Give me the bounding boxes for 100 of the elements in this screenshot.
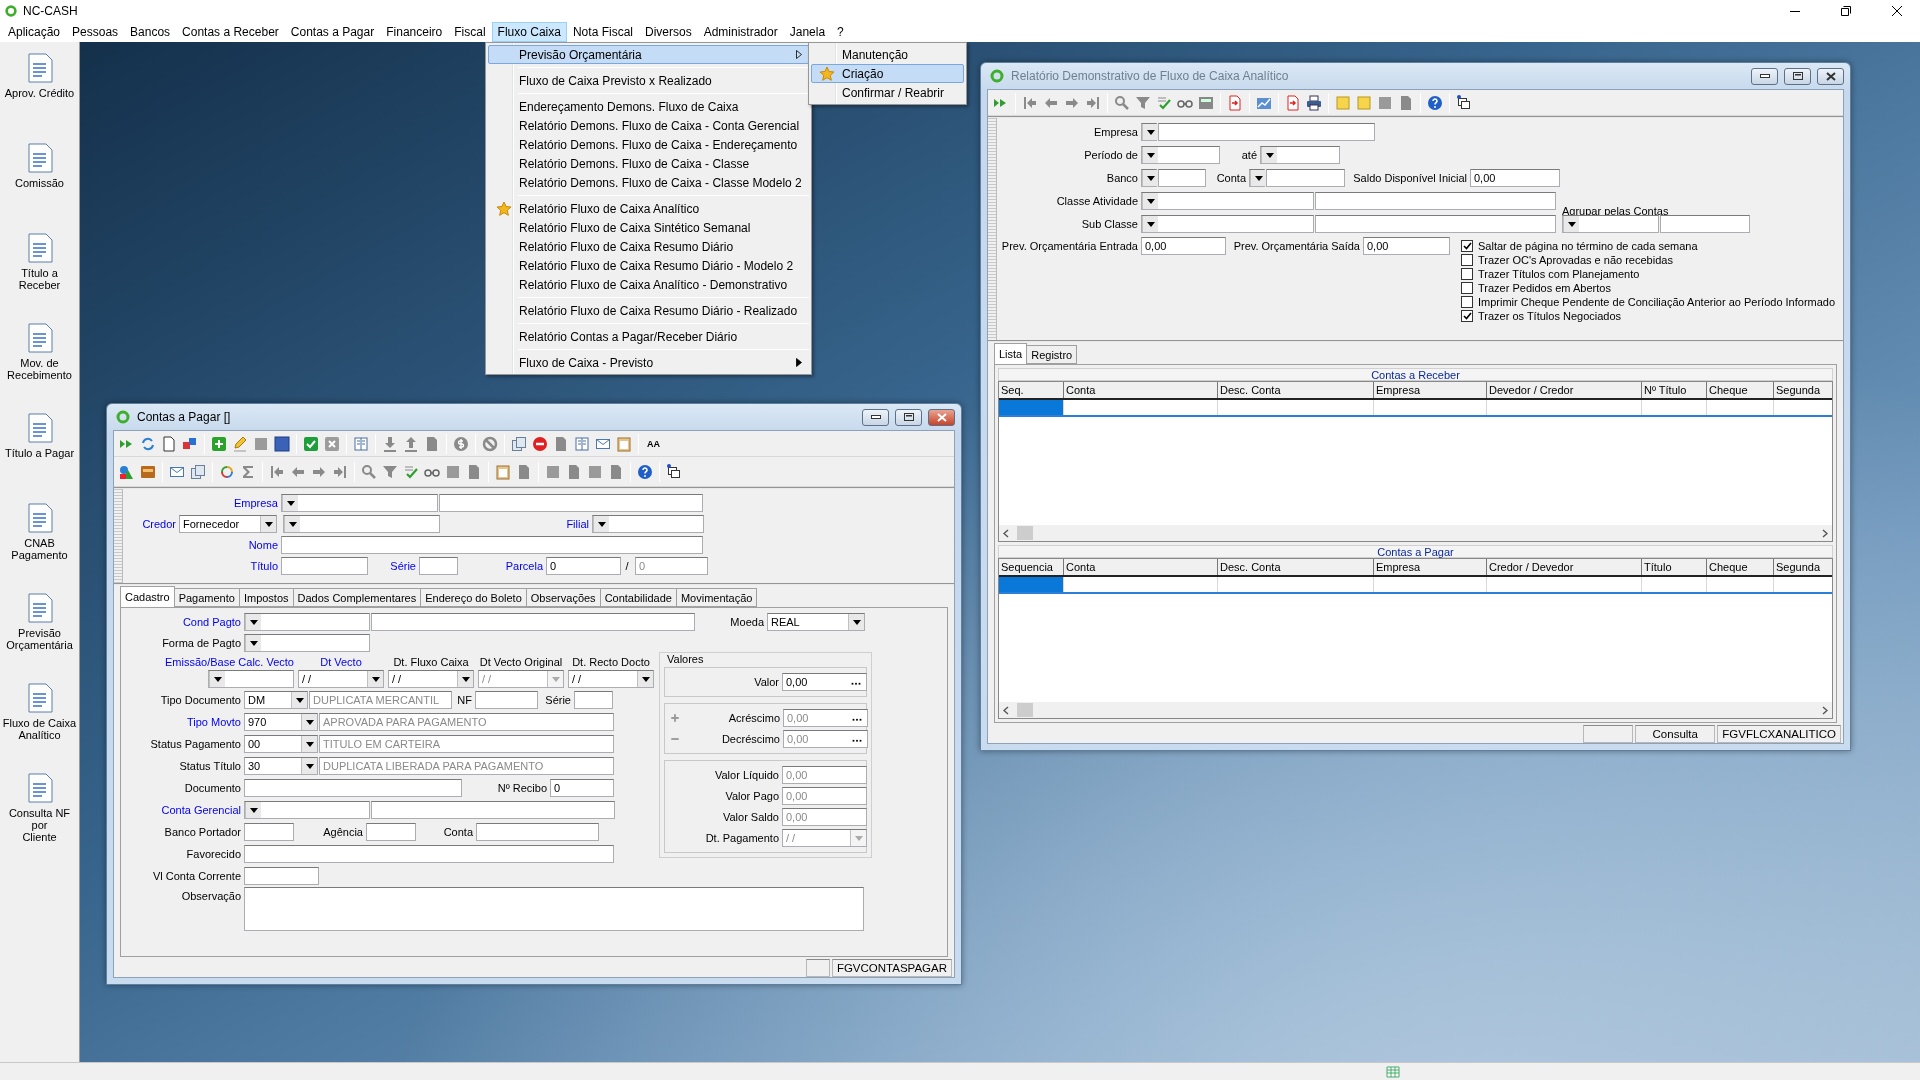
text-field[interactable] [244, 867, 319, 885]
text-field[interactable] [475, 691, 538, 709]
tab[interactable]: Impostos [238, 588, 294, 607]
font-button[interactable]: AA [644, 433, 663, 454]
dropdown-field[interactable] [1141, 192, 1314, 210]
shortcut-button[interactable]: CNAB Pagamento [0, 498, 79, 588]
tab[interactable]: Cadastro [120, 586, 175, 607]
export-icon[interactable] [1227, 94, 1243, 111]
minimize-button[interactable] [1751, 67, 1778, 85]
text-field[interactable]: 0,00 [783, 709, 868, 727]
last-icon[interactable] [1085, 94, 1101, 111]
dropdown-field[interactable]: REAL [767, 613, 865, 631]
document-icon[interactable] [1398, 94, 1414, 111]
menu-bar-item[interactable]: Aplicação [2, 22, 67, 42]
square-icon[interactable] [1377, 94, 1393, 111]
checkbox[interactable] [1461, 282, 1473, 294]
document-icon[interactable] [566, 463, 582, 480]
column-header[interactable]: Desc. Conta [1218, 382, 1374, 398]
text-field[interactable]: 0,00 [782, 787, 867, 805]
text-field[interactable]: 0,00 [1470, 169, 1560, 187]
shortcut-button[interactable]: Título a Pagar [0, 408, 79, 498]
refresh-icon[interactable] [140, 435, 156, 452]
tab[interactable]: Pagamento [173, 588, 240, 607]
clipboard-icon[interactable] [616, 435, 632, 452]
checkbox[interactable] [1461, 240, 1473, 252]
cabinet-icon[interactable] [140, 463, 156, 480]
dropdown-field[interactable]: / / [388, 670, 474, 688]
resize-grip[interactable] [114, 489, 123, 583]
dropdown-field[interactable] [1141, 123, 1157, 141]
sum-icon[interactable] [240, 463, 256, 480]
checkbox[interactable] [1461, 254, 1473, 266]
menu-item[interactable]: Relatório Demons. Fluxo de Caixa - Classe Modelo 2 [488, 173, 809, 192]
square-icon[interactable] [587, 463, 603, 480]
square-icon[interactable] [253, 435, 269, 452]
document-icon[interactable] [553, 435, 569, 452]
resize-grip[interactable] [988, 118, 997, 340]
dropdown-field[interactable] [283, 515, 440, 533]
dropdown-field[interactable] [1141, 169, 1157, 187]
menu-item[interactable]: Relatório Demons. Fluxo de Caixa - Endereçamento [488, 135, 809, 154]
menu-bar-item[interactable]: Pessoas [66, 22, 125, 42]
column-header[interactable]: Segunda [1774, 559, 1832, 575]
text-field[interactable] [371, 613, 695, 631]
menu-item[interactable]: Manutenção [811, 45, 964, 64]
menu-item[interactable]: Fluxo de Caixa - Previsto [488, 353, 809, 372]
dropdown-field[interactable] [1260, 146, 1340, 164]
text-field[interactable] [1266, 169, 1345, 187]
menu-bar-item[interactable]: Janela [783, 22, 832, 42]
cycle-icon[interactable] [219, 463, 235, 480]
dropdown-field[interactable]: 30 [244, 757, 318, 775]
column-header[interactable]: Empresa [1374, 559, 1487, 575]
search-icon[interactable] [361, 463, 377, 480]
maximize-button[interactable] [1784, 67, 1811, 85]
text-field[interactable]: DUPLICATA LIBERADA PARA PAGAMENTO [319, 757, 614, 775]
dropdown-field[interactable]: 00 [244, 735, 318, 753]
menu-bar-item[interactable]: Bancos [124, 22, 177, 42]
column-header[interactable]: Cheque [1707, 382, 1774, 398]
text-field[interactable] [574, 691, 613, 709]
export-icon[interactable] [1285, 94, 1301, 111]
first-icon[interactable] [1022, 94, 1038, 111]
book-icon[interactable] [353, 435, 369, 452]
tab[interactable]: Contabilidade [599, 588, 677, 607]
column-header[interactable]: Segunda [1774, 382, 1832, 398]
column-header[interactable]: Devedor / Credor [1487, 382, 1642, 398]
shortcut-button[interactable]: Previsão Orçamentária [0, 588, 79, 678]
prohibited-icon[interactable] [482, 435, 498, 452]
column-header[interactable]: Título [1642, 559, 1707, 575]
dropdown-field[interactable]: 970 [244, 713, 318, 731]
windows-icon[interactable] [1456, 94, 1472, 111]
square-icon[interactable] [445, 463, 461, 480]
menu-item[interactable]: Relatório Demons. Fluxo de Caixa - Classe [488, 154, 809, 173]
dropdown-field[interactable]: / / [782, 829, 867, 847]
dropdown-field[interactable]: DM [244, 691, 308, 709]
text-field[interactable]: 0,00 [1363, 237, 1450, 255]
menu-bar-item[interactable]: Administrador [697, 22, 784, 42]
tab[interactable]: Registro [1026, 345, 1078, 364]
menu-item[interactable]: Relatório Contas a Pagar/Receber Diário [488, 327, 809, 346]
shortcut-button[interactable]: Fluxo de Caixa Analítico [0, 678, 79, 768]
menu-bar-item[interactable]: ? [831, 22, 850, 42]
text-area[interactable] [244, 887, 864, 931]
menu-item[interactable]: Criação [811, 64, 964, 83]
scroll-thumb[interactable] [1017, 526, 1033, 540]
last-icon[interactable] [332, 463, 348, 480]
pencil-icon[interactable] [232, 435, 248, 452]
text-field[interactable] [1315, 192, 1556, 210]
column-header[interactable]: Conta [1064, 559, 1218, 575]
horizontal-scrollbar[interactable] [999, 525, 1832, 541]
text-field[interactable]: TITULO EM CARTEIRA [319, 735, 614, 753]
text-field[interactable]: 0,00 [782, 673, 867, 691]
text-field[interactable]: 0 [635, 557, 708, 575]
text-field[interactable] [1158, 123, 1375, 141]
dropdown-field[interactable] [244, 613, 370, 631]
calculator-icon[interactable] [1198, 94, 1214, 111]
text-field[interactable]: APROVADA PARA PAGAMENTO [319, 713, 614, 731]
text-field[interactable] [244, 845, 614, 863]
document-icon[interactable] [466, 463, 482, 480]
menu-item[interactable]: Endereçamento Demons. Fluxo de Caixa [488, 97, 809, 116]
filter-icon[interactable] [1135, 94, 1151, 111]
text-field[interactable] [281, 557, 368, 575]
menu-item[interactable]: Relatório Fluxo de Caixa Resumo Diário - Modelo 2 [488, 256, 809, 275]
tab[interactable]: Dados Complementares [292, 588, 422, 607]
